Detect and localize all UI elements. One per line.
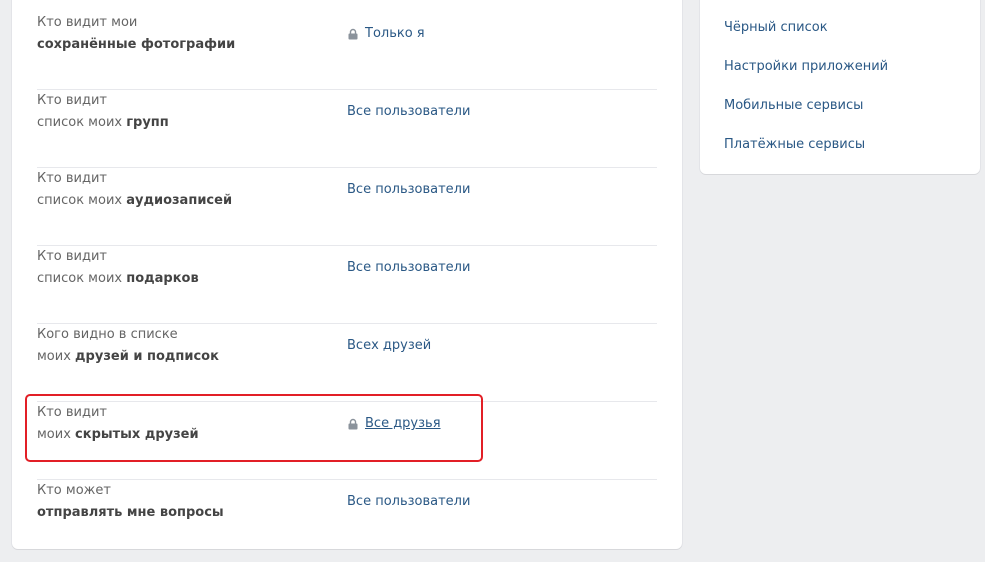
sidebar-item-blacklist[interactable]: Чёрный список (724, 18, 828, 38)
privacy-value-text: Только я (365, 26, 425, 41)
privacy-value-dropdown[interactable]: Все пользователи (347, 179, 470, 201)
settings-sidebar: Чёрный список Настройки приложений Мобил… (700, 0, 980, 174)
privacy-row-label-line2: отправлять мне вопросы (37, 505, 224, 520)
privacy-row-label-line1: Кто видит (37, 249, 108, 264)
privacy-row-label-line2: список моих аудиозаписей (37, 193, 233, 208)
sidebar-item-app-settings[interactable]: Настройки приложений (724, 57, 888, 77)
privacy-row-label: Кто видит список моих аудиозаписей (37, 168, 232, 212)
sidebar-item-mobile-services[interactable]: Мобильные сервисы (724, 96, 863, 116)
privacy-row-label: Кого видно в списке моих друзей и подпис… (37, 324, 219, 368)
lock-icon (348, 28, 358, 40)
privacy-value-text: Все пользователи (347, 104, 471, 119)
privacy-row-label: Кто может отправлять мне вопросы (37, 480, 224, 524)
privacy-value-dropdown[interactable]: Все пользователи (347, 257, 470, 279)
privacy-value-text: Все пользователи (347, 260, 471, 275)
privacy-row-label: Кто видит список моих подарков (37, 246, 199, 290)
privacy-row-label: Кто видит моих скрытых друзей (37, 402, 199, 446)
privacy-value-text: Все друзья (365, 416, 441, 431)
privacy-row-label-line1: Кто видит (37, 405, 108, 420)
privacy-row-questions: Кто может отправлять мне вопросы Все пол… (37, 480, 657, 558)
privacy-row-label-line1: Кто видит (37, 93, 108, 108)
privacy-row-saved-photos: Кто видит мои сохранённые фотографии Тол… (37, 12, 657, 90)
privacy-row-label-line2: список моих групп (37, 115, 169, 130)
privacy-value-dropdown[interactable]: Все пользователи (347, 101, 470, 123)
privacy-value-dropdown[interactable]: Всех друзей (347, 335, 431, 357)
privacy-row-label: Кто видит мои сохранённые фотографии (37, 12, 235, 56)
privacy-value-dropdown[interactable]: Все пользователи (347, 491, 470, 513)
privacy-value-text: Все пользователи (347, 494, 471, 509)
sidebar-item-payment-services[interactable]: Платёжные сервисы (724, 135, 865, 155)
privacy-value-dropdown[interactable]: Все друзья (347, 413, 441, 435)
privacy-row-label-line2: моих скрытых друзей (37, 427, 199, 442)
privacy-row-label-line1: Кто видит мои (37, 15, 138, 30)
privacy-row-gifts: Кто видит список моих подарков Все польз… (37, 246, 657, 324)
privacy-row-groups: Кто видит список моих групп Все пользова… (37, 90, 657, 168)
privacy-row-label-line1: Кто может (37, 483, 111, 498)
privacy-row-hidden-friends: Кто видит моих скрытых друзей Все друзья (37, 402, 657, 480)
privacy-row-label-line2: список моих подарков (37, 271, 199, 286)
privacy-value-dropdown[interactable]: Только я (347, 23, 425, 45)
privacy-row-label: Кто видит список моих групп (37, 90, 169, 134)
privacy-row-label-line1: Кого видно в списке (37, 327, 178, 342)
privacy-row-label-line1: Кто видит (37, 171, 108, 186)
privacy-row-label-line2: сохранённые фотографии (37, 37, 236, 52)
privacy-value-text: Все пользователи (347, 182, 471, 197)
lock-icon (348, 418, 358, 430)
privacy-value-text: Всех друзей (347, 338, 432, 353)
privacy-row-label-line2: моих друзей и подписок (37, 349, 219, 364)
privacy-settings-card: Кто видит мои сохранённые фотографии Тол… (12, 0, 682, 549)
privacy-row-audio: Кто видит список моих аудиозаписей Все п… (37, 168, 657, 246)
privacy-row-friends-list: Кого видно в списке моих друзей и подпис… (37, 324, 657, 402)
